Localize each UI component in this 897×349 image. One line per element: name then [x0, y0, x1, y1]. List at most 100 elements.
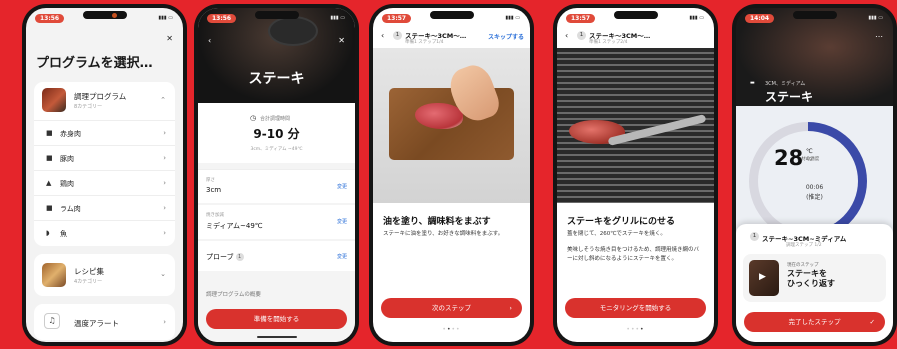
- signal-battery-icon: ▮▮▮ ▭: [505, 15, 520, 21]
- probe-row: プローブ 1 変更: [198, 241, 355, 271]
- cooking-programs-header[interactable]: 調理プログラム 8カテゴリー ⌃: [34, 82, 175, 120]
- home-indicator: [256, 336, 297, 338]
- signal-battery-icon: ▮▮▮ ▭: [330, 15, 345, 21]
- phone-program-select: 13:56 ▮▮▮ ▭ ✕ プログラムを選択… 調理プログラム 8カテゴリー ⌃…: [22, 4, 187, 346]
- status-time: 13:56: [35, 14, 65, 23]
- recipe-thumbnail: [42, 263, 66, 287]
- step-video-thumbnail[interactable]: ▶: [749, 260, 779, 296]
- category-label: 鶏肉: [60, 180, 74, 188]
- remaining-time-sub: (推定): [806, 194, 823, 201]
- step-description: ステーキに油を塗り、お好きな調味料をまぶす。: [383, 231, 504, 237]
- probe-label-text: プローブ: [206, 253, 234, 261]
- chevron-right-icon: ›: [163, 229, 166, 237]
- page-dots: ••••: [626, 326, 645, 333]
- chevron-right-icon: ›: [163, 154, 166, 162]
- screen-step-1: 13:57 ▮▮▮ ▭ ‹ 1 ステーキ～3CM～… 準備1 ステップ1/4 ス…: [373, 8, 530, 342]
- total-time-value: 9-10 分: [253, 127, 300, 141]
- chevron-up-icon: ⌃: [160, 96, 166, 104]
- chevron-right-icon: ›: [509, 304, 512, 312]
- step-header: ‹ 1 ステーキ～3CM～… 準備1 ステップ1/4 スキップする: [373, 26, 530, 48]
- pig-icon: ■: [46, 154, 53, 162]
- step-done-button[interactable]: 完了したステップ ✓: [744, 312, 885, 332]
- recipes-card[interactable]: レシピ集 4カテゴリー ⌄: [34, 254, 175, 296]
- play-icon: ▶: [759, 272, 766, 282]
- category-chicken[interactable]: ▲ 鶏肉 ›: [34, 170, 175, 195]
- check-icon: ✓: [869, 318, 875, 326]
- probe-number-badge: 1: [393, 31, 402, 40]
- cooking-programs-card: 調理プログラム 8カテゴリー ⌃ ■ 赤身肉 › ■ 豚肉 › ▲ 鶏肉 › ■…: [34, 82, 175, 246]
- more-icon[interactable]: ⋯: [875, 32, 883, 41]
- doneness-edit-link[interactable]: 変更: [337, 218, 347, 225]
- temperature-alert-card[interactable]: ♫ 温度アラート ›: [34, 304, 175, 340]
- probe-icon: ▬: [750, 80, 755, 86]
- target-temp: 49°: [806, 157, 815, 163]
- close-icon[interactable]: ✕: [166, 34, 173, 43]
- stage: 13:56 ▮▮▮ ▭ ✕ プログラムを選択… 調理プログラム 8カテゴリー ⌃…: [0, 0, 897, 349]
- current-step-label: 現在のステップ: [787, 263, 819, 268]
- timer-icon: ◷: [250, 114, 257, 122]
- step-description-1: 蓋を閉じて、260℃でステーキを焼く。: [567, 231, 666, 237]
- step-header: ‹ 1 ステーキ～3CM～… 準備1 ステップ2/4: [557, 26, 714, 48]
- status-bar: 13:57 ▮▮▮ ▭: [557, 8, 714, 26]
- current-temp: 28: [774, 146, 804, 170]
- category-label: 魚: [60, 230, 67, 238]
- doneness-row: 焼き加減 ミディアム~49℃ 変更: [198, 205, 355, 239]
- category-pork[interactable]: ■ 豚肉 ›: [34, 145, 175, 170]
- start-prep-button[interactable]: 準備を開始する: [206, 309, 347, 329]
- notch: [429, 11, 474, 19]
- thickness-label: 厚さ: [206, 178, 215, 183]
- category-lamb[interactable]: ■ ラム肉 ›: [34, 195, 175, 220]
- chevron-right-icon: ›: [163, 129, 166, 137]
- back-icon[interactable]: ‹: [565, 31, 568, 40]
- skip-link[interactable]: スキップする: [488, 32, 524, 41]
- next-step-label: 次のステップ: [432, 304, 471, 312]
- steak-thumbnail: [42, 88, 66, 112]
- notch: [82, 11, 127, 19]
- back-icon[interactable]: ‹: [208, 36, 211, 45]
- total-time-panel: ◷ 合計調理時間 9-10 分 3cm、ミディアム ~49℃: [198, 103, 355, 163]
- status-time: 13:56: [207, 14, 237, 23]
- doneness-label: 焼き加減: [206, 213, 224, 218]
- remaining-time: 00:06: [805, 184, 824, 191]
- program-title: ステーキ: [765, 90, 814, 104]
- cow-icon: ■: [46, 129, 53, 137]
- program-subtitle: 3CM、ミディアム: [765, 81, 806, 87]
- chevron-right-icon: ›: [163, 318, 166, 326]
- status-bar: 13:56 ▮▮▮ ▭: [198, 8, 355, 26]
- category-label: 赤身肉: [60, 130, 81, 138]
- ring-inner: 食材の温度: [758, 131, 858, 231]
- start-monitoring-button[interactable]: モニタリングを開始する: [565, 298, 706, 318]
- status-time: 13:57: [566, 14, 596, 23]
- probe-number-badge: 1: [750, 232, 759, 241]
- temp-unit: ℃: [806, 148, 813, 155]
- doneness-value: ミディアム~49℃: [206, 222, 263, 230]
- thickness-edit-link[interactable]: 変更: [337, 183, 347, 190]
- probe-edit-link[interactable]: 変更: [337, 253, 347, 260]
- next-step-button[interactable]: 次のステップ ›: [381, 298, 522, 318]
- step-header-sub: 準備1 ステップ1/4: [405, 40, 444, 45]
- bell-icon: ♫: [44, 313, 60, 329]
- current-step-card[interactable]: ▶ 現在のステップ ステーキを ひっくり返す: [743, 254, 886, 302]
- status-bar: 13:57 ▮▮▮ ▭: [373, 8, 530, 26]
- current-step-title: ステーキを ひっくり返す: [787, 269, 835, 288]
- thickness-row: 厚さ 3cm 変更: [198, 169, 355, 203]
- category-red-meat[interactable]: ■ 赤身肉 ›: [34, 120, 175, 145]
- category-label: 豚肉: [60, 155, 74, 163]
- back-icon[interactable]: ‹: [381, 31, 384, 40]
- close-icon[interactable]: ✕: [338, 36, 345, 45]
- notch: [254, 11, 299, 19]
- phone-monitoring: 14:04 ▮▮▮ ▭ ⋯ ▬ 3CM、ミディアム ステーキ 食材の温度 28 …: [732, 4, 897, 346]
- program-details: ◷ 合計調理時間 9-10 分 3cm、ミディアム ~49℃ 厚さ 3cm 変更…: [198, 103, 355, 342]
- temperature-alert-label: 温度アラート: [74, 319, 119, 328]
- step-sheet: 1 ステーキ~3CM~ミディアム 調理ステップ 1/2 ▶ 現在のステップ ステ…: [736, 224, 893, 342]
- category-fish[interactable]: ◗ 魚 ›: [34, 220, 175, 245]
- cooking-programs-label: 調理プログラム: [74, 92, 127, 101]
- step-header-sub: 準備1 ステップ2/4: [589, 40, 628, 45]
- signal-battery-icon: ▮▮▮ ▭: [158, 15, 173, 21]
- page-title: プログラムを選択…: [36, 56, 153, 71]
- step-title: 油を塗り、調味料をまぶす: [383, 217, 491, 227]
- step-title: ステーキをグリルにのせる: [567, 217, 676, 227]
- phone-step-1: 13:57 ▮▮▮ ▭ ‹ 1 ステーキ～3CM～… 準備1 ステップ1/4 ス…: [369, 4, 534, 346]
- fish-icon: ◗: [46, 229, 50, 237]
- screen-program-select: 13:56 ▮▮▮ ▭ ✕ プログラムを選択… 調理プログラム 8カテゴリー ⌃…: [26, 8, 183, 342]
